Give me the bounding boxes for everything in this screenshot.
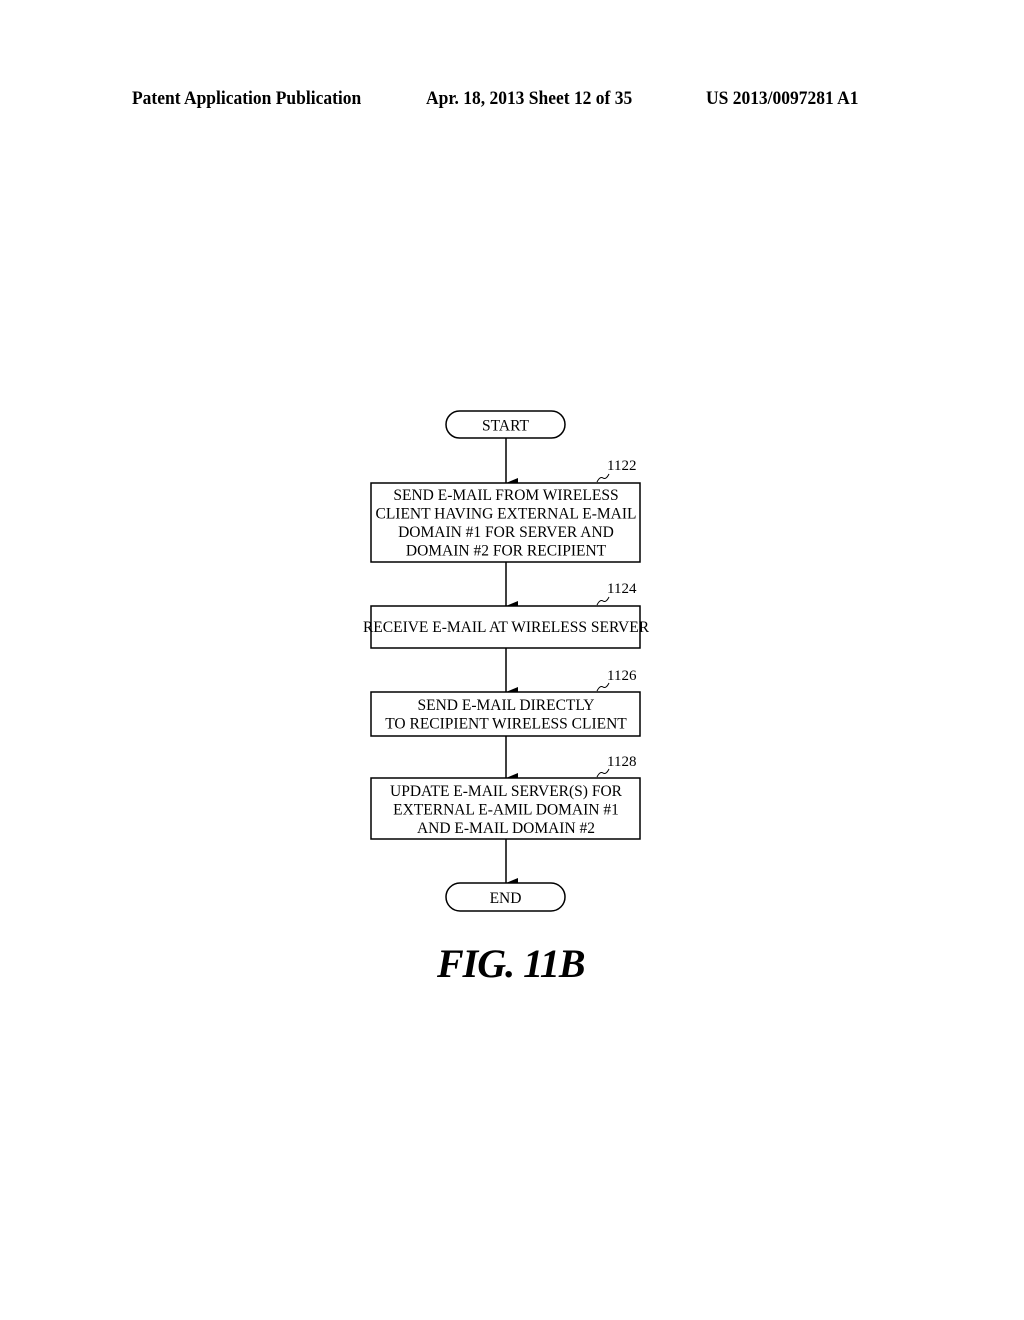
step-1122-line-1: SEND E-MAIL FROM WIRELESS <box>393 487 618 504</box>
ref-1124: 1124 <box>607 581 637 597</box>
step-1122-line-3: DOMAIN #1 FOR SERVER AND <box>398 524 614 541</box>
step-1124-line-1: RECEIVE E-MAIL AT WIRELESS SERVER <box>363 619 650 636</box>
ref-1126: 1126 <box>607 668 637 684</box>
step-1128-line-3: AND E-MAIL DOMAIN #2 <box>417 820 595 837</box>
start-label: START <box>482 418 529 435</box>
leader-1122 <box>596 473 610 483</box>
figure-label: FIG. 11B <box>437 941 586 986</box>
step-1128-line-1: UPDATE E-MAIL SERVER(S) FOR <box>390 783 623 800</box>
step-1126-line-2: TO RECIPIENT WIRELESS CLIENT <box>385 716 627 733</box>
ref-1122: 1122 <box>607 458 636 474</box>
ref-1128: 1128 <box>607 754 636 770</box>
leader-1128 <box>596 768 610 778</box>
step-1122-line-4: DOMAIN #2 FOR RECIPIENT <box>406 543 607 560</box>
step-1126-line-1: SEND E-MAIL DIRECTLY <box>418 697 595 714</box>
step-1122-line-2: CLIENT HAVING EXTERNAL E-MAIL <box>375 506 636 523</box>
flowchart: START SEND E-MAIL FROM WIRELESS CLIENT H… <box>363 410 650 912</box>
leader-1126 <box>596 682 610 692</box>
step-1128-line-2: EXTERNAL E-AMIL DOMAIN #1 <box>393 802 619 819</box>
end-label: END <box>490 890 522 907</box>
leader-1124 <box>596 596 610 606</box>
